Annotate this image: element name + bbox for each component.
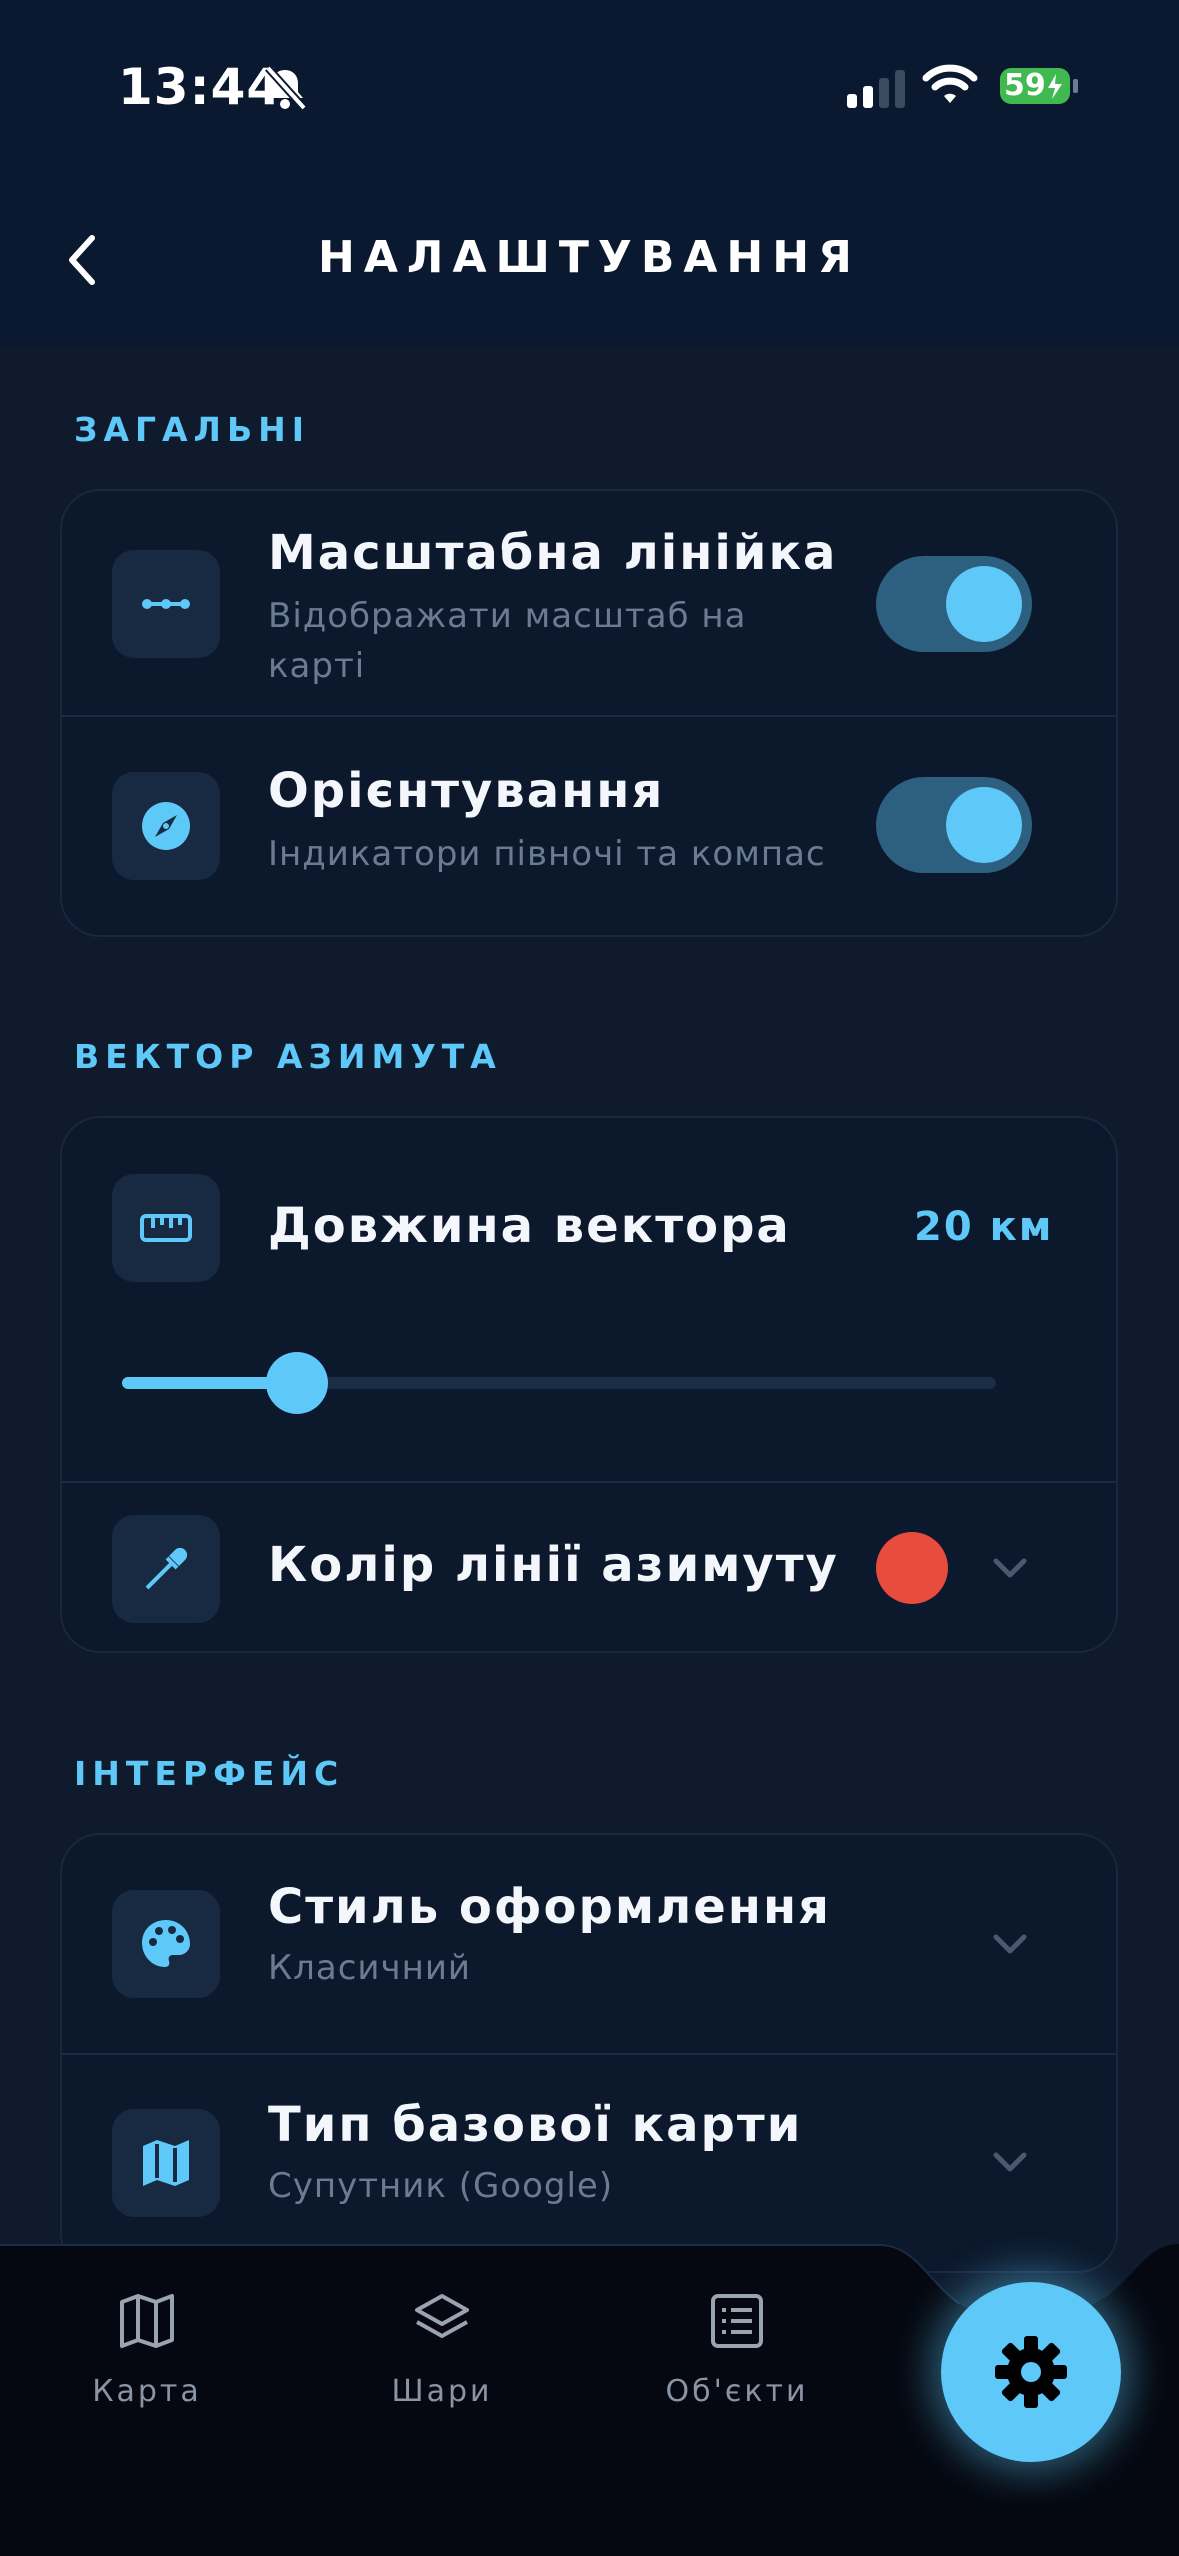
scale-ruler-icon-box: [112, 550, 220, 658]
line-color-title: Колір лінії азимуту: [268, 1537, 839, 1593]
status-time: 13:44: [118, 58, 283, 116]
cellular-signal-icon: [847, 70, 905, 108]
gear-icon: [995, 2336, 1067, 2408]
general-settings-card: Масштабна лінійка Відображати масштаб на…: [60, 489, 1118, 937]
vector-length-icon-box: [112, 1174, 220, 1282]
orientation-title: Орієнтування: [268, 763, 665, 819]
scale-ruler-toggle[interactable]: [876, 556, 1032, 652]
vector-length-slider[interactable]: [122, 1352, 996, 1414]
orientation-subtitle: Індикатори півночі та компас: [268, 834, 826, 874]
scale-ruler-icon: [142, 599, 190, 609]
tab-map-label: Карта: [92, 2374, 202, 2409]
battery-indicator: 59: [998, 64, 1080, 108]
compass-icon: [142, 802, 190, 850]
basemap-icon-box: [112, 2109, 220, 2217]
vector-length-title: Довжина вектора: [268, 1198, 791, 1254]
slider-thumb[interactable]: [265, 1352, 328, 1414]
orientation-toggle[interactable]: [876, 777, 1032, 873]
page-title: НАЛАШТУВАННЯ: [318, 232, 861, 283]
section-label-general: ЗАГАЛЬНІ: [74, 410, 311, 449]
line-color-swatch[interactable]: [876, 1532, 948, 1604]
style-icon-box: [112, 1890, 220, 1998]
wifi-icon: [922, 64, 978, 103]
scale-ruler-row[interactable]: Масштабна лінійка Відображати масштаб на…: [62, 491, 1116, 716]
interface-settings-card: Стиль оформлення Класичний Тип базової к…: [60, 1833, 1118, 2273]
tab-map[interactable]: Карта: [52, 2290, 242, 2409]
chevron-down-icon[interactable]: [990, 1555, 1030, 1581]
line-color-row[interactable]: Колір лінії азимуту: [62, 1483, 1116, 1653]
toggle-knob: [946, 566, 1022, 642]
orientation-icon-box: [112, 772, 220, 880]
scale-ruler-subtitle: Відображати масштаб на карті: [268, 596, 747, 686]
battery-level: 59: [1004, 68, 1046, 103]
vector-length-value: 20 км: [914, 1204, 1054, 1250]
chevron-down-icon[interactable]: [990, 1931, 1030, 1957]
list-icon: [711, 2294, 763, 2348]
line-color-icon-box: [112, 1515, 220, 1623]
ruler-icon: [140, 1214, 192, 1242]
section-label-azimuth: ВЕКТОР АЗИМУТА: [74, 1037, 502, 1076]
map-icon: [120, 2294, 174, 2348]
tab-objects-label: Об'єкти: [665, 2374, 809, 2409]
basemap-subtitle: Супутник (Google): [268, 2166, 614, 2206]
map-icon: [143, 2140, 189, 2186]
eyedropper-icon: [145, 1547, 188, 1590]
tab-layers[interactable]: Шари: [347, 2290, 537, 2409]
toggle-knob: [946, 787, 1022, 863]
style-row[interactable]: Стиль оформлення Класичний: [62, 1835, 1116, 2053]
style-title: Стиль оформлення: [268, 1879, 831, 1935]
orientation-row[interactable]: Орієнтування Індикатори півночі та компа…: [62, 717, 1116, 937]
layers-icon: [415, 2294, 469, 2338]
bell-slash-icon: [265, 65, 307, 111]
chevron-down-icon[interactable]: [990, 2149, 1030, 2175]
section-label-interface: ІНТЕРФЕЙС: [74, 1754, 345, 1793]
tab-objects[interactable]: Об'єкти: [642, 2290, 832, 2409]
tab-layers-label: Шари: [391, 2374, 493, 2409]
settings-fab[interactable]: [941, 2282, 1121, 2462]
palette-icon: [142, 1920, 190, 1967]
scale-ruler-title: Масштабна лінійка: [268, 525, 838, 581]
style-subtitle: Класичний: [268, 1948, 472, 1988]
status-bar: 13:44 59: [0, 0, 1179, 170]
basemap-row[interactable]: Тип базової карти Супутник (Google): [62, 2055, 1116, 2273]
basemap-title: Тип базової карти: [268, 2097, 803, 2153]
